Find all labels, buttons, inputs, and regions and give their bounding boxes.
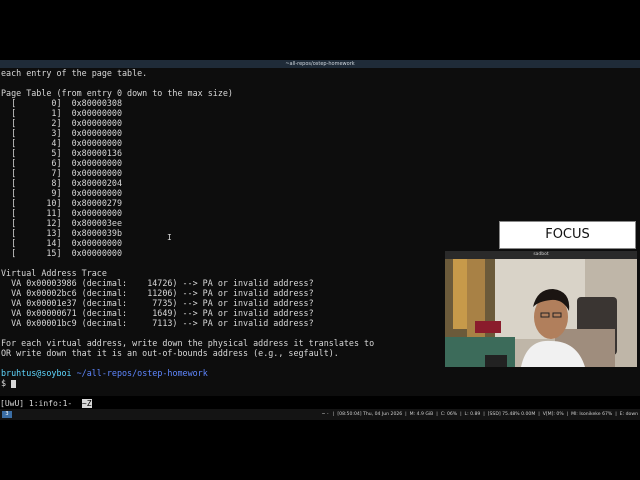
ibeam-cursor-icon: I xyxy=(167,233,172,242)
text-cursor xyxy=(11,379,17,388)
page-table-entry: [ 12] 0x800003ee xyxy=(1,218,123,228)
va-trace-line: VA 0x00003986 (decimal: 14726) --> PA or… xyxy=(1,278,314,288)
page-table-entry: [ 6] 0x00000000 xyxy=(1,158,123,168)
terminal-line: OR write down that it is an out-of-bound… xyxy=(1,348,339,358)
va-trace-line: VA 0x00001e37 (decimal: 7735) --> PA or … xyxy=(1,298,314,308)
terminal-line: Page Table (from entry 0 down to the max… xyxy=(1,88,233,98)
page-table-entry: [ 0] 0x80000308 xyxy=(1,98,123,108)
prompt-symbol: $ xyxy=(1,378,7,388)
page-table-entry: [ 11] 0x00000000 xyxy=(1,208,123,218)
system-status: ~ - | [08:50:04] Thu, 04 Jun 2026 | M: 4… xyxy=(321,412,638,417)
page-table-entry: [ 4] 0x00000000 xyxy=(1,138,123,148)
focus-label: FOCUS xyxy=(499,221,636,249)
webcam-feed xyxy=(445,259,637,367)
terminal-line: For each virtual address, write down the… xyxy=(1,338,375,348)
page-table-entry: [ 10] 0x80000279 xyxy=(1,198,123,208)
va-trace-line: VA 0x00002bc6 (decimal: 11206) --> PA or… xyxy=(1,288,314,298)
window-title: ~all-repos/ostep-homework xyxy=(285,61,355,67)
page-table-entry: [ 2] 0x00000000 xyxy=(1,118,123,128)
page-table-entry: [ 14] 0x00000000 xyxy=(1,238,123,248)
page-table-entry: [ 7] 0x00000000 xyxy=(1,168,123,178)
workspace-indicator[interactable]: 3 xyxy=(2,411,12,418)
page-table-entry: [ 3] 0x00000000 xyxy=(1,128,123,138)
tmux-active-window[interactable]: ~Z xyxy=(81,399,92,408)
prompt-user: bruhtus@soyboi xyxy=(1,368,72,378)
terminal-line: each entry of the page table. xyxy=(1,68,148,78)
page-table-entry: [ 13] 0x8000039b xyxy=(1,228,123,238)
terminal-line: Virtual Address Trace xyxy=(1,268,107,278)
tmux-status-bar: [UwU] 1:info:1- ~Z xyxy=(0,398,640,409)
va-trace-line: VA 0x00001bc9 (decimal: 7113) --> PA or … xyxy=(1,318,314,328)
page-table-entry: [ 1] 0x00000000 xyxy=(1,108,123,118)
page-table-entry: [ 8] 0x80000204 xyxy=(1,178,123,188)
window-title-bar: ~all-repos/ostep-homework xyxy=(0,60,640,68)
webcam-title: sadbot xyxy=(533,252,549,257)
prompt-path: ~/all-repos/ostep-homework xyxy=(76,368,208,378)
page-table-entry: [ 5] 0x80000136 xyxy=(1,148,123,158)
va-trace-line: VA 0x00000671 (decimal: 1649) --> PA or … xyxy=(1,308,314,318)
shell-prompt-header: bruhtus@soyboi ~/all-repos/ostep-homewor… xyxy=(1,368,208,378)
system-panel: 3 ~ - | [08:50:04] Thu, 04 Jun 2026 | M:… xyxy=(0,409,640,420)
page-table-entry: [ 15] 0x00000000 xyxy=(1,248,123,258)
webcam-title-bar: sadbot xyxy=(445,251,637,259)
shell-prompt-input[interactable]: $ xyxy=(1,378,17,388)
page-table-entry: [ 9] 0x00000000 xyxy=(1,188,123,198)
webcam-image xyxy=(445,259,637,367)
tmux-session: [UwU] 1:info:1- xyxy=(0,399,73,408)
